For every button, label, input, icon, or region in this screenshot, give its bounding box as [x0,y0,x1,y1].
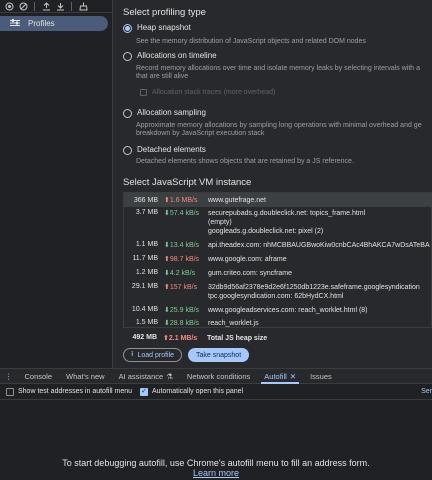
heap-rate: ⬇57.4 kB/s [164,210,200,217]
option-title: Heap snapshot [137,23,191,32]
download-icon[interactable] [55,1,65,11]
heap-rate: ⬇28.8 kB/s [164,320,200,327]
vm-target: reach_worklet.js [208,320,259,327]
heap-rate: ⬇4.2 kB/s [164,270,196,277]
upload-icon[interactable] [41,1,51,11]
sidebar-item-profiles[interactable]: Profiles [0,16,108,31]
show-test-addresses-label: Show test addresses in autofill menu [18,388,133,395]
load-profile-button[interactable]: ⭱ Load profile [123,348,183,362]
total-label: Total JS heap size [207,335,268,342]
autofill-toolbar: Show test addresses in autofill menu ✓ A… [0,384,432,400]
heap-size: 1.5 MB [135,319,158,326]
heap-rate: ⬆98.7 kB/s [164,256,200,263]
option-title: Detached elements [137,145,206,154]
vm-instance-title: Select JavaScript VM instance [123,177,252,188]
flask-icon: ⚗ [166,371,173,381]
toolbar-divider [71,1,72,11]
heap-size: 1.2 MB [135,269,158,276]
heap-size: 11.7 MB [132,255,158,262]
heap-rate: ⬆157 kB/s [164,284,198,291]
profiling-type-title: Select profiling type [123,7,206,18]
autofill-panel: To start debugging autofill, use Chrome'… [0,400,432,480]
tab-network-conditions[interactable]: Network conditions [180,369,257,384]
table-row[interactable]: 1.1 MB ⬇13.4 kB/s api.theadex.com: nhMCB… [124,241,432,250]
auto-open-checkbox[interactable]: ✓ [140,387,149,396]
radio-allocations-timeline[interactable] [123,52,132,61]
tab-ai-assistance[interactable]: AI assistance ⚗ [112,369,180,384]
profiles-main: Select profiling type Heap snapshot See … [113,0,432,368]
table-row[interactable]: 29.1 MB ⬆157 kB/s 32db9d56af2378e9d2e6f1… [124,283,432,301]
heap-size: 366 MB [133,196,158,204]
vm-target: www.googleadservices.com: reach_worklet.… [208,307,368,314]
tab-whats-new[interactable]: What's new [59,369,112,384]
drawer-tabbar: ⋮ Console What's new AI assistance ⚗ Net… [0,368,432,384]
table-row[interactable]: 3.7 MB ⬇57.4 kB/s securepubads.g.doublec… [124,209,432,236]
vm-instance-table: 366 MB ⬆1.6 MB/s www.gutefrage.net 3.7 M… [123,192,432,328]
radio-allocation-sampling[interactable] [123,109,132,118]
table-row[interactable]: 366 MB ⬆1.6 MB/s www.gutefrage.net [124,193,432,207]
tab-autofill[interactable]: Autofill ✕ [257,369,303,384]
option-title: Allocation sampling [137,108,206,117]
total-heap-row: 492 MB ⬆2.1 MB/s Total JS heap size [123,334,267,343]
vm-target: api.theadex.com: nhMCBBAUGBwoKiw0cnbCAc4… [208,242,430,249]
table-row[interactable]: 11.7 MB ⬆98.7 kB/s www.google.com: afram… [124,255,432,264]
learn-more-link[interactable]: Learn more [0,468,432,478]
option-desc: Detached elements shows objects that are… [136,158,354,165]
option-desc: that are still alive [136,73,189,80]
profiles-toolbar [0,0,112,13]
option-desc: breakdown by JavaScript execution stack [136,130,265,137]
profiler-panel: Profiles Select profiling type Heap snap… [0,0,432,368]
heap-rate: ⬇13.4 kB/s [164,242,200,249]
tab-console[interactable]: Console [18,369,60,384]
more-tabs-icon[interactable]: ⋮ [0,369,18,384]
option-allocation-sampling[interactable]: Allocation sampling [123,108,206,118]
upload-icon: ⭱ [131,350,134,358]
sweep-icon[interactable] [78,1,88,11]
profiles-sidebar: Profiles [0,0,113,368]
table-row[interactable]: 1.5 MB ⬇28.8 kB/s reach_worklet.js [124,319,432,328]
heap-rate: ⬆1.6 MB/s [164,197,198,204]
stack-traces-option[interactable]: Allocation stack traces (more overhead) [140,89,275,96]
auto-open-label: Automatically open this panel [152,388,244,395]
show-test-addresses-checkbox[interactable] [6,387,14,396]
total-rate: ⬆2.1 MB/s [163,335,198,342]
vm-target: securepubads.g.doubleclick.net: topics_f… [208,210,366,235]
tab-issues[interactable]: Issues [303,369,339,384]
heap-size: 10.4 MB [131,306,158,313]
stack-traces-checkbox[interactable] [140,89,147,96]
option-detached-elements[interactable]: Detached elements [123,145,206,155]
heap-rate: ⬇25.9 kB/s [164,307,200,314]
option-allocations-timeline[interactable]: Allocations on timeline [123,51,217,61]
cut-off-link[interactable]: Ser [421,388,432,395]
table-row[interactable]: 1.2 MB ⬇4.2 kB/s gum.criteo.com: syncfra… [124,269,432,278]
option-desc: See the memory distribution of JavaScrip… [136,38,366,45]
vm-target: gum.criteo.com: syncframe [208,270,293,277]
heap-size: 1.1 MB [135,241,158,248]
toolbar-divider [34,1,35,11]
radio-detached-elements[interactable] [123,146,132,155]
radio-heap-snapshot[interactable] [123,24,132,33]
sliders-icon [10,18,20,29]
sidebar-item-label: Profiles [28,19,55,28]
record-icon[interactable] [4,1,14,11]
take-snapshot-button[interactable]: Take snapshot [188,348,250,362]
close-icon[interactable]: ✕ [290,372,296,381]
vm-target: 32db9d56af2378e9d2e6f1250db1223e.safefra… [208,284,420,300]
option-title: Allocations on timeline [137,51,217,60]
vm-target: www.gutefrage.net [208,196,266,204]
heap-size: 3.7 MB [135,209,158,216]
stack-traces-label: Allocation stack traces (more overhead) [152,89,276,96]
total-size: 492 MB [132,334,157,341]
heap-size: 29.1 MB [131,283,158,290]
clear-icon[interactable] [18,1,28,11]
autofill-empty-message: To start debugging autofill, use Chrome'… [62,458,370,468]
vm-target: www.google.com: aframe [208,256,287,263]
table-row[interactable]: 10.4 MB ⬇25.9 kB/s www.googleadservices.… [124,306,432,315]
option-heap-snapshot[interactable]: Heap snapshot [123,23,191,33]
